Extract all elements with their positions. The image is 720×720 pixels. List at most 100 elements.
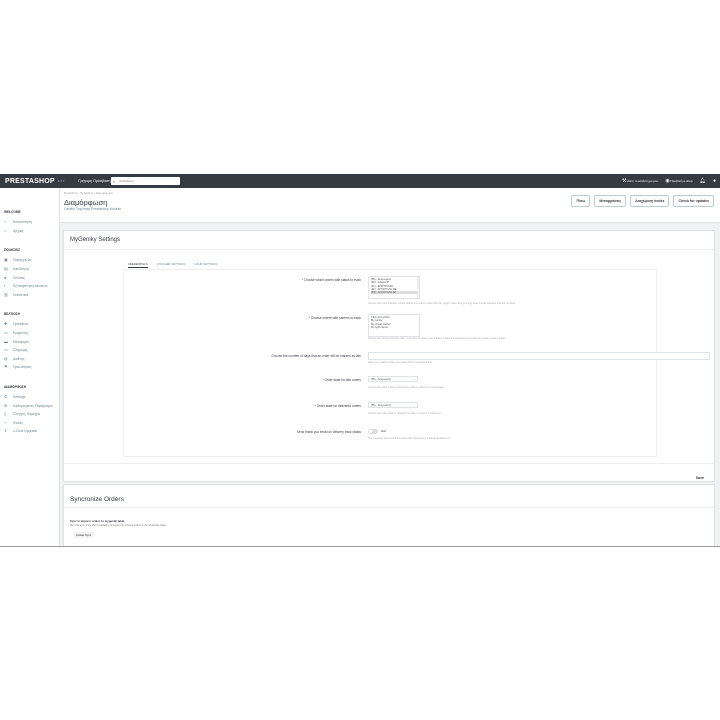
days-help: After this number of days the order will… — [368, 361, 433, 364]
sidebar-item-label: Settings — [13, 395, 26, 400]
settings-tabs: CREDENTIALS VOUCHER SETTINGS COUR SETTIN… — [128, 261, 217, 268]
delivered-status-value: (85) - Ακυρωμένη — [371, 403, 392, 407]
upgrade-icon: ↥ — [4, 428, 8, 434]
tab-voucher-settings[interactable]: VOUCHER SETTINGS — [157, 261, 186, 268]
page-title: Διαμόρφωση — [64, 198, 108, 207]
sidebar-item[interactable]: ⚑ Προωθήσεις — [0, 363, 59, 372]
bottom-edge — [0, 546, 720, 547]
sync-heading: Sync to import / orders to mygeniki tabl… — [70, 519, 126, 523]
search-box[interactable]: ⌕ — [111, 177, 180, 185]
sidebar-item-label: Έλεγχος Παρόχου — [13, 412, 41, 417]
sidebar-item-label: Μεταφορά — [13, 339, 29, 344]
store-link-label: Δείτε το κατάστημα μου — [627, 179, 659, 183]
chevron-down-icon: ⌄ — [412, 377, 415, 381]
divider — [64, 507, 714, 508]
stats-icon: ▥ — [4, 291, 8, 297]
tab-credentials[interactable]: CREDENTIALS — [128, 261, 148, 268]
translations-button[interactable]: Μεταφράσεις — [594, 195, 627, 207]
page-subtitle: Geniky Ταχύτητα Prestashop Module — [64, 207, 122, 211]
sidebar-item[interactable]: ▭ Πληρωμή — [0, 346, 59, 355]
sidebar-item-label: Πρόσθετα — [13, 322, 29, 327]
user-icon: ● — [4, 274, 7, 280]
quick-access-menu[interactable]: Γρήγορη Πρόσβαση ▾ — [78, 179, 113, 183]
sidebar-item[interactable]: ↥ 1-Click Upgrade — [0, 427, 59, 436]
view-shop-link[interactable]: ◉ Προβολή e-shop — [665, 178, 692, 184]
status-option[interactable]: (94) - ΑΠΟΣΤΟΛΗ ΑΠ — [371, 291, 417, 295]
days-input[interactable] — [368, 352, 710, 360]
sidebar-item[interactable]: ▭ Εμφάνιση — [0, 329, 59, 338]
chart-line-icon: ⌁ — [4, 219, 7, 225]
sidebar-item[interactable]: ◍ Διεθνής — [0, 355, 59, 364]
sidebar-item[interactable]: ⌂ Αρχική — [0, 227, 59, 236]
status-multiselect[interactable]: (85) - Ακυρωμένη (90) - ΞΑΝΑ ΠΡ (91) - Ε… — [368, 276, 420, 299]
sidebar-item[interactable]: ⚙ Settings — [0, 393, 59, 402]
breadcrumb[interactable]: Πρόσθετα › Πρόσθετα › Διαμόρφωση — [64, 191, 113, 195]
sidebar-item[interactable]: ● Πελάτες — [0, 273, 59, 282]
sidebar-item[interactable]: ▣ Παραγγελίες — [0, 256, 59, 265]
sidebar-item[interactable]: ✚ Πρόσθετα — [0, 320, 59, 329]
delivered-label: * Order state for delivered orders — [314, 404, 361, 408]
sidebar-item[interactable]: ▯ Έλεγχος Παρόχου — [0, 410, 59, 419]
delivered-help: Choose the order state to change the ord… — [368, 412, 442, 415]
sidebar-item-label: Στατιστικά — [13, 292, 29, 297]
back-button[interactable]: Πίσω — [571, 195, 591, 207]
topbar-right: ⚒ Δείτε το κατάστημα μου ◉ Προβολή e-sho… — [622, 174, 716, 188]
sidebar-item-label: Αρχική — [13, 228, 24, 233]
carrier-option[interactable]: My light carrier — [371, 326, 417, 329]
list-scrollbar[interactable] — [417, 277, 419, 298]
email-toggle-label: ΝΑΙ — [381, 429, 387, 433]
sidebar-item-label: Πληρωμή — [13, 348, 28, 353]
sidebar-item-label: Παραγγελίες — [13, 258, 32, 263]
email-label: Send thank you email on delivery track s… — [296, 430, 361, 434]
settings-panel: MyGeniky Settings CREDENTIALS VOUCHER SE… — [63, 230, 715, 482]
search-input[interactable] — [117, 178, 177, 184]
gear-icon: ⚙ — [4, 394, 8, 400]
status-help: Choose the order statuses whose orders y… — [368, 302, 516, 305]
late-status-select[interactable]: (85) - Ακυρωμένη ⌄ — [368, 376, 418, 382]
sidebar-item[interactable]: ⌁ Φαλάς — [0, 419, 59, 428]
panel-footer-divider — [64, 463, 714, 464]
manage-hooks-button[interactable]: Διαχείριση hooks — [630, 195, 670, 207]
sidebar-item-label: Πελάτες — [13, 275, 26, 280]
bell-icon[interactable]: 🔔︎ — [700, 178, 706, 184]
sidebar-item[interactable]: ⌁ Επισκόπηση — [0, 218, 59, 227]
carrier-label: * Choose orders with carriers to track — [308, 316, 361, 320]
sidebar-item[interactable]: ⚙ Καθορισμένες Παράμετροι — [0, 401, 59, 410]
account-icon[interactable]: ● — [713, 178, 716, 184]
sidebar-item-label: Κατάλογος — [13, 267, 30, 272]
store-icon: ▤ — [4, 266, 8, 272]
prestashop-logo[interactable]: PRESTASHOP — [5, 178, 55, 185]
save-button[interactable]: Save — [696, 476, 704, 480]
gear-icon: ⚙ — [4, 402, 8, 408]
divider — [64, 249, 714, 250]
late-label: * Order state for late orders — [322, 378, 361, 382]
sidebar-item-label: Επισκόπηση — [13, 220, 33, 225]
carrier-multiselect[interactable]: Click and collect My carrier My cheap ca… — [368, 314, 420, 337]
settings-title: MyGeniky Settings — [70, 237, 121, 243]
flag-icon: ⚑ — [4, 364, 8, 370]
sidebar-item-label: Εξυπηρέτηση πελατών — [13, 284, 48, 289]
settings-form: * Choose which orders with status to tra… — [123, 269, 710, 457]
email-toggle[interactable] — [368, 429, 378, 434]
store-link[interactable]: ⚒ Δείτε το κατάστημα μου — [622, 178, 658, 184]
initiate-sync-button[interactable]: Initiate Sync — [74, 532, 94, 538]
late-status-value: (85) - Ακυρωμένη — [371, 377, 392, 381]
sidebar-item[interactable]: ▥ Στατιστικά — [0, 291, 59, 300]
sidebar-item[interactable]: ▪ Εξυπηρέτηση πελατών — [0, 282, 59, 291]
sync-panel: Syncronize Orders Sync to import / order… — [63, 484, 715, 546]
sidebar-section-title: WELCOME — [4, 210, 21, 214]
inbox-icon: ▣ — [4, 257, 8, 263]
eye-icon: ◉ — [665, 178, 670, 184]
app-window: PRESTASHOP 1.7.7 Γρήγορη Πρόσβαση ▾ ⌕ ⚒ … — [0, 174, 720, 546]
sidebar-item-label: Εμφάνιση — [13, 331, 28, 336]
status-label: * Choose which orders with status to tra… — [301, 278, 361, 282]
sidebar-item[interactable]: ▬ Μεταφορά — [0, 337, 59, 346]
chat-icon: ▪ — [4, 283, 6, 289]
sidebar-item-label: Φαλάς — [13, 420, 23, 425]
trend-icon: ⌁ — [4, 419, 7, 425]
delivered-status-select[interactable]: (85) - Ακυρωμένη ⌄ — [368, 402, 418, 408]
sidebar: WELCOME ⌁ Επισκόπηση ⌂ Αρχική ΠΩΛΗΣΕΙΣ ▣ Παραγγ… — [0, 188, 60, 546]
sidebar-item[interactable]: ▤ Κατάλογος — [0, 265, 59, 274]
check-updates-button[interactable]: Check for updates — [673, 195, 714, 207]
tab-cour-settings[interactable]: COUR SETTINGS — [194, 261, 217, 268]
